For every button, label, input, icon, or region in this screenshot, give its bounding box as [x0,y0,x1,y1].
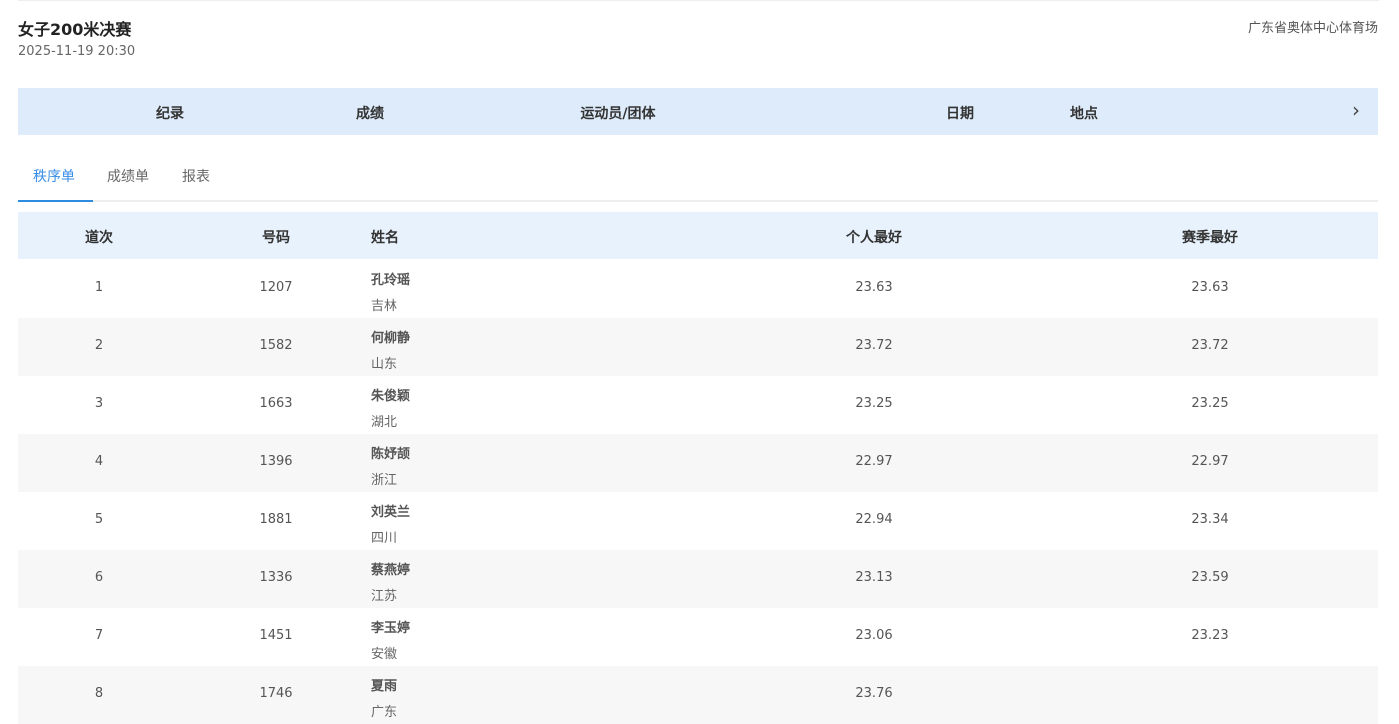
record-bar: 纪录 成绩 运动员/团体 日期 地点 › [18,88,1378,135]
athlete-name: 刘英兰 [371,505,411,520]
personal-best-cell: 23.76 [855,686,893,701]
tab-bar: 秩序单 成绩单 报表 [18,163,1378,202]
personal-best-cell: 23.13 [855,570,893,585]
season-best-cell: 22.97 [1191,454,1229,469]
header-lane: 道次 [85,230,113,246]
season-best-cell: 23.63 [1191,280,1229,295]
record-col-date: 日期 [946,106,974,122]
table-header: 道次 号码 姓名 个人最好 赛季最好 [18,212,1378,259]
bib-cell: 1451 [259,628,293,643]
personal-best-cell: 23.06 [855,628,893,643]
chevron-right-icon[interactable]: › [1352,98,1360,122]
table-row: 8 1746 夏雨广东 23.76 [18,666,1378,724]
bib-cell: 1746 [259,686,293,701]
record-col-venue: 地点 [1070,106,1098,122]
season-best-cell: 23.25 [1191,396,1229,411]
athlete-province: 湖北 [371,415,398,430]
table-row: 2 1582 何柳静山东 23.72 23.72 [18,318,1378,376]
header-season-best: 赛季最好 [1182,230,1238,246]
lane-cell: 3 [94,396,104,411]
header-personal-best: 个人最好 [846,230,902,246]
table-row: 7 1451 李玉婷安徽 23.06 23.23 [18,608,1378,666]
record-col-record: 纪录 [156,106,184,122]
athlete-name: 陈妤颉 [371,447,411,462]
athlete-province: 四川 [371,531,398,546]
header-bib: 号码 [262,230,290,246]
season-best-cell: 23.23 [1191,628,1229,643]
personal-best-cell: 23.25 [855,396,893,411]
bib-cell: 1881 [259,512,293,527]
athlete-name: 孔玲瑶 [371,273,411,288]
lane-cell: 8 [94,686,104,701]
personal-best-cell: 22.94 [855,512,893,527]
bib-cell: 1663 [259,396,293,411]
lane-cell: 1 [94,280,104,295]
tab-results[interactable]: 成绩单 [107,166,149,186]
personal-best-cell: 22.97 [855,454,893,469]
bib-cell: 1582 [259,338,293,353]
event-datetime: 2025-11-19 20:30 [18,44,136,59]
athlete-name: 李玉婷 [371,621,411,636]
lane-cell: 4 [94,454,104,469]
lane-cell: 7 [94,628,104,643]
top-divider [18,0,1379,1]
personal-best-cell: 23.72 [855,338,893,353]
bib-cell: 1336 [259,570,293,585]
athlete-province: 广东 [371,705,398,720]
header-name: 姓名 [371,230,399,246]
athlete-province: 吉林 [371,299,398,314]
bib-cell: 1396 [259,454,293,469]
athlete-province: 浙江 [371,473,398,488]
table-row: 6 1336 蔡燕婷江苏 23.13 23.59 [18,550,1378,608]
athlete-name: 何柳静 [371,331,411,346]
athlete-province: 江苏 [371,589,398,604]
bib-cell: 1207 [259,280,293,295]
personal-best-cell: 23.63 [855,280,893,295]
record-col-athlete: 运动员/团体 [580,106,656,122]
athlete-name: 蔡燕婷 [371,563,411,578]
record-col-result: 成绩 [356,106,384,122]
season-best-cell: 23.59 [1191,570,1229,585]
table-row: 4 1396 陈妤颉浙江 22.97 22.97 [18,434,1378,492]
season-best-cell: 23.72 [1191,338,1229,353]
athlete-province: 山东 [371,357,398,372]
tab-start-list[interactable]: 秩序单 [33,166,75,186]
table-row: 1 1207 孔玲瑶吉林 23.63 23.63 [18,260,1378,318]
athlete-province: 安徽 [371,647,398,662]
lane-cell: 6 [94,570,104,585]
table-row: 5 1881 刘英兰四川 22.94 23.34 [18,492,1378,550]
event-title: 女子200米决赛 [18,20,132,39]
table-row: 3 1663 朱俊颖湖北 23.25 23.25 [18,376,1378,434]
season-best-cell: 23.34 [1191,512,1229,527]
athlete-name: 朱俊颖 [371,389,411,404]
tab-reports[interactable]: 报表 [182,166,210,186]
athlete-name: 夏雨 [371,679,398,694]
active-tab-indicator [18,200,93,202]
event-venue: 广东省奥体中心体育场 [1247,21,1378,36]
lane-cell: 5 [94,512,104,527]
lane-cell: 2 [94,338,104,353]
